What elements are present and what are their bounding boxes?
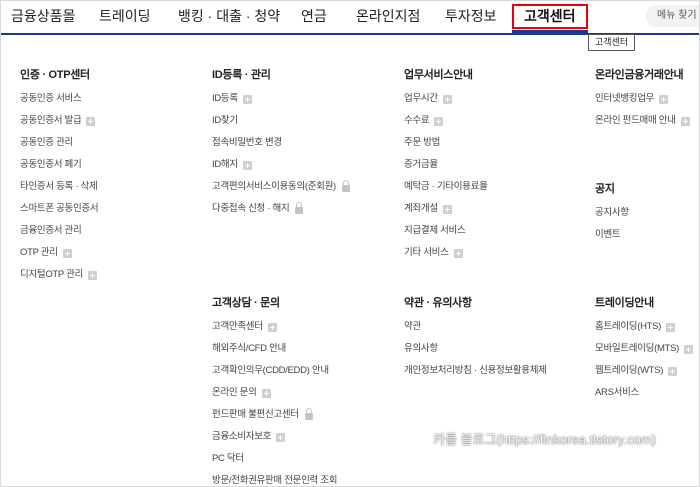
menu-search-button[interactable]: 메뉴 찾기 (646, 5, 699, 27)
link-fund-complaint[interactable]: 펀드판매 불편신고센터 (212, 407, 337, 430)
link-fees[interactable]: 수수료 (404, 114, 488, 136)
link-financial-cert-manage[interactable]: 금융인증서 관리 (20, 224, 98, 246)
link-otp-manage[interactable]: OTP 관리 (20, 246, 98, 268)
customer-center-tooltip: 고객센터 (588, 34, 636, 51)
plus-icon[interactable] (683, 344, 693, 354)
link-mts[interactable]: 모바일트레이딩(MTS) (595, 342, 693, 364)
plus-icon[interactable] (442, 94, 452, 104)
lock-icon (295, 201, 304, 214)
section-cert-otp: 인증 · OTP센터 공동인증 서비스 공동인증서 발급 공동인증 관리 공동인… (20, 67, 99, 290)
top-navigation: 금융상품몰 트레이딩 뱅킹 · 대출 · 청약 연금 온라인지점 투자정보 고객… (1, 1, 699, 35)
section-title: 약관 · 유의사항 (404, 297, 472, 309)
link-overseas-cfd[interactable]: 해외주식/CFD 안내 (212, 342, 337, 364)
plus-icon[interactable] (680, 116, 690, 126)
link-id-find[interactable]: ID찾기 (212, 114, 350, 136)
link-order-method[interactable]: 주문 방법 (404, 136, 488, 158)
section-title: 업무서비스안내 (404, 69, 473, 81)
link-ars[interactable]: ARS서비스 (595, 386, 693, 408)
section-title: ID등록 · 관리 (212, 69, 271, 81)
link-satisfaction-center[interactable]: 고객만족센터 (212, 320, 337, 342)
link-cert-manage[interactable]: 공동인증 관리 (20, 136, 98, 158)
link-convenience-consent[interactable]: 고객편의서비스이용동의(준회원) (212, 179, 350, 202)
section-terms: 약관 · 유의사항 약관 유의사항 개인정보처리방침 · 신용정보활용체제 (404, 295, 547, 386)
link-wts[interactable]: 웹트레이딩(WTS) (595, 364, 693, 386)
nav-financial-products[interactable]: 금융상품몰 (11, 1, 75, 33)
section-online-finance: 온라인금융거래안내 인터넷뱅킹업무 온라인 펀드매매 안내 (595, 67, 690, 136)
section-title: 고객상담 · 문의 (212, 297, 280, 309)
link-cert-issue[interactable]: 공동인증서 발급 (20, 114, 98, 136)
lock-icon (304, 407, 313, 420)
page-frame: 금융상품몰 트레이딩 뱅킹 · 대출 · 청약 연금 온라인지점 투자정보 고객… (0, 0, 700, 487)
link-password-change[interactable]: 접속비밀번호 변경 (212, 136, 350, 158)
link-privacy-policy[interactable]: 개인정보처리방침 · 신용정보활용체제 (404, 364, 547, 386)
link-pc-doctor[interactable]: PC 닥터 (212, 452, 337, 474)
section-title: 공지 (595, 183, 615, 195)
link-deposit-fee-rate[interactable]: 예탁금 · 기타이용료율 (404, 180, 488, 202)
link-internet-banking[interactable]: 인터넷뱅킹업무 (595, 92, 690, 114)
section-trading-guide: 트레이딩안내 홈트레이딩(HTS) 모바일트레이딩(MTS) 웹트레이딩(WTS… (595, 295, 693, 408)
plus-icon[interactable] (434, 116, 444, 126)
link-cert-revoke[interactable]: 공동인증서 폐기 (20, 158, 98, 180)
link-events[interactable]: 이벤트 (595, 228, 629, 250)
link-smartphone-cert[interactable]: 스마트폰 공동인증서 (20, 202, 99, 224)
plus-icon[interactable] (659, 94, 669, 104)
plus-icon[interactable] (442, 204, 452, 214)
plus-icon[interactable] (276, 432, 286, 442)
link-business-hours[interactable]: 업무시간 (404, 92, 488, 114)
section-notice: 공지 공지사항 이벤트 (595, 181, 629, 250)
link-margin-rate[interactable]: 증거금율 (404, 158, 488, 180)
nav-banking-loan-subscription[interactable]: 뱅킹 · 대출 · 청약 (178, 1, 280, 33)
section-title: 온라인금융거래안내 (595, 69, 684, 81)
plus-icon[interactable] (86, 116, 96, 126)
link-other-service[interactable]: 기타 서비스 (404, 246, 488, 268)
plus-icon[interactable] (242, 94, 252, 104)
link-account-open[interactable]: 계좌개설 (404, 202, 488, 224)
nav-customer-center[interactable]: 고객센터 (511, 4, 588, 33)
link-terms[interactable]: 약관 (404, 320, 547, 342)
section-id-manage: ID등록 · 관리 ID등록 ID찾기 접속비밀번호 변경 ID해지 고객편의서… (212, 67, 350, 224)
plus-icon[interactable] (666, 322, 676, 332)
link-hts[interactable]: 홈트레이딩(HTS) (595, 320, 693, 342)
link-digital-otp-manage[interactable]: 디지털OTP 관리 (20, 268, 98, 290)
plus-icon[interactable] (261, 388, 271, 398)
link-consumer-protection[interactable]: 금융소비자보호 (212, 430, 337, 452)
nav-investment-info[interactable]: 투자정보 (445, 1, 497, 33)
link-other-cert-register[interactable]: 타인증서 등록 · 삭제 (20, 180, 98, 202)
plus-icon[interactable] (62, 248, 72, 258)
plus-icon[interactable] (242, 160, 252, 170)
link-id-cancel[interactable]: ID해지 (212, 158, 350, 180)
link-cert-service[interactable]: 공동인증 서비스 (20, 92, 98, 114)
nav-trading[interactable]: 트레이딩 (99, 1, 151, 33)
nav-pension[interactable]: 연금 (301, 1, 327, 33)
section-business-service: 업무서비스안내 업무시간 수수료 주문 방법 증거금율 예탁금 · 기타이용료율… (404, 67, 488, 268)
section-consult: 고객상담 · 문의 고객만족센터 해외주식/CFD 안내 고객확인의무(CDD/… (212, 295, 337, 486)
link-id-register[interactable]: ID등록 (212, 92, 350, 114)
link-online-fund-trading[interactable]: 온라인 펀드매매 안내 (595, 114, 690, 136)
nav-online-branch[interactable]: 온라인지점 (356, 1, 420, 33)
link-notices[interactable]: 유의사항 (404, 342, 547, 364)
link-payment-service[interactable]: 지급결제 서비스 (404, 224, 488, 246)
section-title: 인증 · OTP센터 (20, 69, 90, 81)
link-sales-staff-lookup[interactable]: 방문/전화권유판매 전문인력 조회 (212, 474, 337, 486)
plus-icon[interactable] (668, 366, 678, 376)
plus-icon[interactable] (267, 322, 277, 332)
section-title: 트레이딩안내 (595, 297, 654, 309)
link-cdd-edd[interactable]: 고객확인의무(CDD/EDD) 안내 (212, 364, 337, 386)
link-announcements[interactable]: 공지사항 (595, 206, 629, 228)
blog-watermark: 카룰 블로그(https://finkorea.tistory.com) (433, 432, 656, 447)
plus-icon[interactable] (453, 248, 463, 258)
link-multi-access[interactable]: 다중접속 신청 · 해지 (212, 201, 350, 224)
lock-icon (341, 179, 350, 192)
link-online-inquiry[interactable]: 온라인 문의 (212, 386, 337, 408)
plus-icon[interactable] (88, 270, 97, 280)
